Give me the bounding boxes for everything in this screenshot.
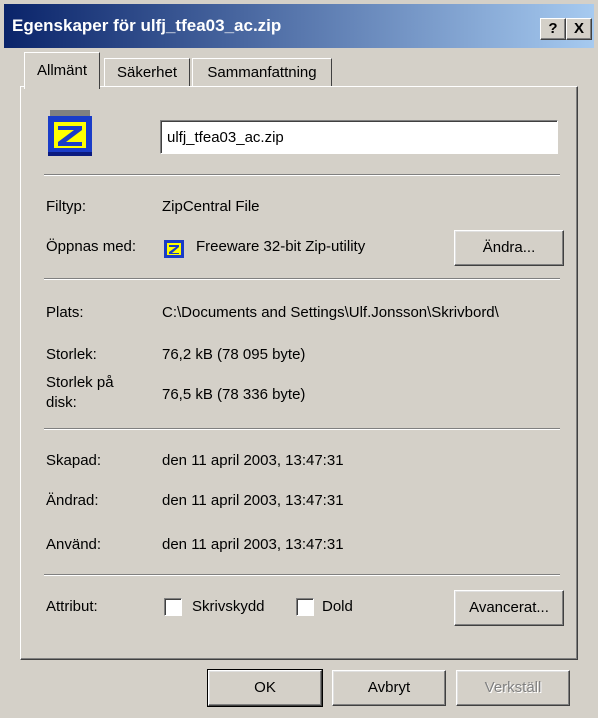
separator-2 bbox=[44, 278, 560, 280]
title-bar[interactable]: Egenskaper för ulfj_tfea03_ac.zip ? X bbox=[4, 4, 594, 48]
change-button[interactable]: Ändra... bbox=[454, 230, 564, 266]
opens-with-value: Freeware 32-bit Zip-utility bbox=[196, 238, 366, 255]
close-button[interactable]: X bbox=[566, 18, 592, 40]
modified-value: den 11 april 2003, 13:47:31 bbox=[162, 492, 344, 509]
help-button[interactable]: ? bbox=[540, 18, 566, 40]
properties-dialog: Egenskaper för ulfj_tfea03_ac.zip ? X Al… bbox=[0, 0, 598, 718]
attributes-label: Attribut: bbox=[46, 598, 98, 615]
advanced-button[interactable]: Avancerat... bbox=[454, 590, 564, 626]
cancel-button-label: Avbryt bbox=[367, 679, 411, 696]
size-label: Storlek: bbox=[46, 346, 97, 363]
tab-sakerhet[interactable]: Säkerhet bbox=[104, 58, 190, 87]
accessed-value: den 11 april 2003, 13:47:31 bbox=[162, 536, 344, 553]
change-button-label: Ändra... bbox=[482, 239, 536, 256]
readonly-label: Skrivskydd bbox=[192, 598, 265, 615]
advanced-button-label: Avancerat... bbox=[469, 599, 549, 616]
tab-sammanfattning[interactable]: Sammanfattning bbox=[192, 58, 332, 87]
size-on-disk-label-line2: disk: bbox=[46, 394, 77, 411]
size-on-disk-value: 76,5 kB (78 336 byte) bbox=[162, 386, 306, 403]
zip-utility-icon bbox=[162, 236, 186, 260]
apply-button[interactable]: Verkställ bbox=[456, 670, 570, 706]
accessed-label: Använd: bbox=[46, 536, 102, 553]
separator-1 bbox=[44, 174, 560, 176]
location-label: Plats: bbox=[46, 304, 84, 321]
separator-3 bbox=[44, 428, 560, 430]
file-name-field[interactable]: ulfj_tfea03_ac.zip bbox=[160, 120, 558, 154]
created-label: Skapad: bbox=[46, 452, 102, 469]
window-title: Egenskaper för ulfj_tfea03_ac.zip bbox=[12, 16, 282, 35]
ok-button-label: OK bbox=[254, 679, 276, 696]
tab-allmant[interactable]: Allmänt bbox=[24, 52, 100, 89]
opens-with-label: Öppnas med: bbox=[46, 238, 137, 255]
hidden-label: Dold bbox=[322, 598, 353, 615]
readonly-checkbox[interactable] bbox=[164, 598, 182, 616]
size-value: 76,2 kB (78 095 byte) bbox=[162, 346, 306, 363]
size-on-disk-label-line1: Storlek på bbox=[46, 374, 114, 391]
file-type-value: ZipCentral File bbox=[162, 198, 260, 215]
ok-button[interactable]: OK bbox=[207, 669, 323, 707]
hidden-checkbox[interactable] bbox=[296, 598, 314, 616]
location-value: C:\Documents and Settings\Ulf.Jonsson\Sk… bbox=[162, 304, 499, 321]
zipcentral-file-icon bbox=[44, 106, 96, 158]
created-value: den 11 april 2003, 13:47:31 bbox=[162, 452, 344, 469]
file-type-label: Filtyp: bbox=[46, 198, 87, 215]
separator-4 bbox=[44, 574, 560, 576]
modified-label: Ändrad: bbox=[46, 492, 99, 509]
cancel-button[interactable]: Avbryt bbox=[332, 670, 446, 706]
apply-button-label: Verkställ bbox=[484, 679, 542, 696]
